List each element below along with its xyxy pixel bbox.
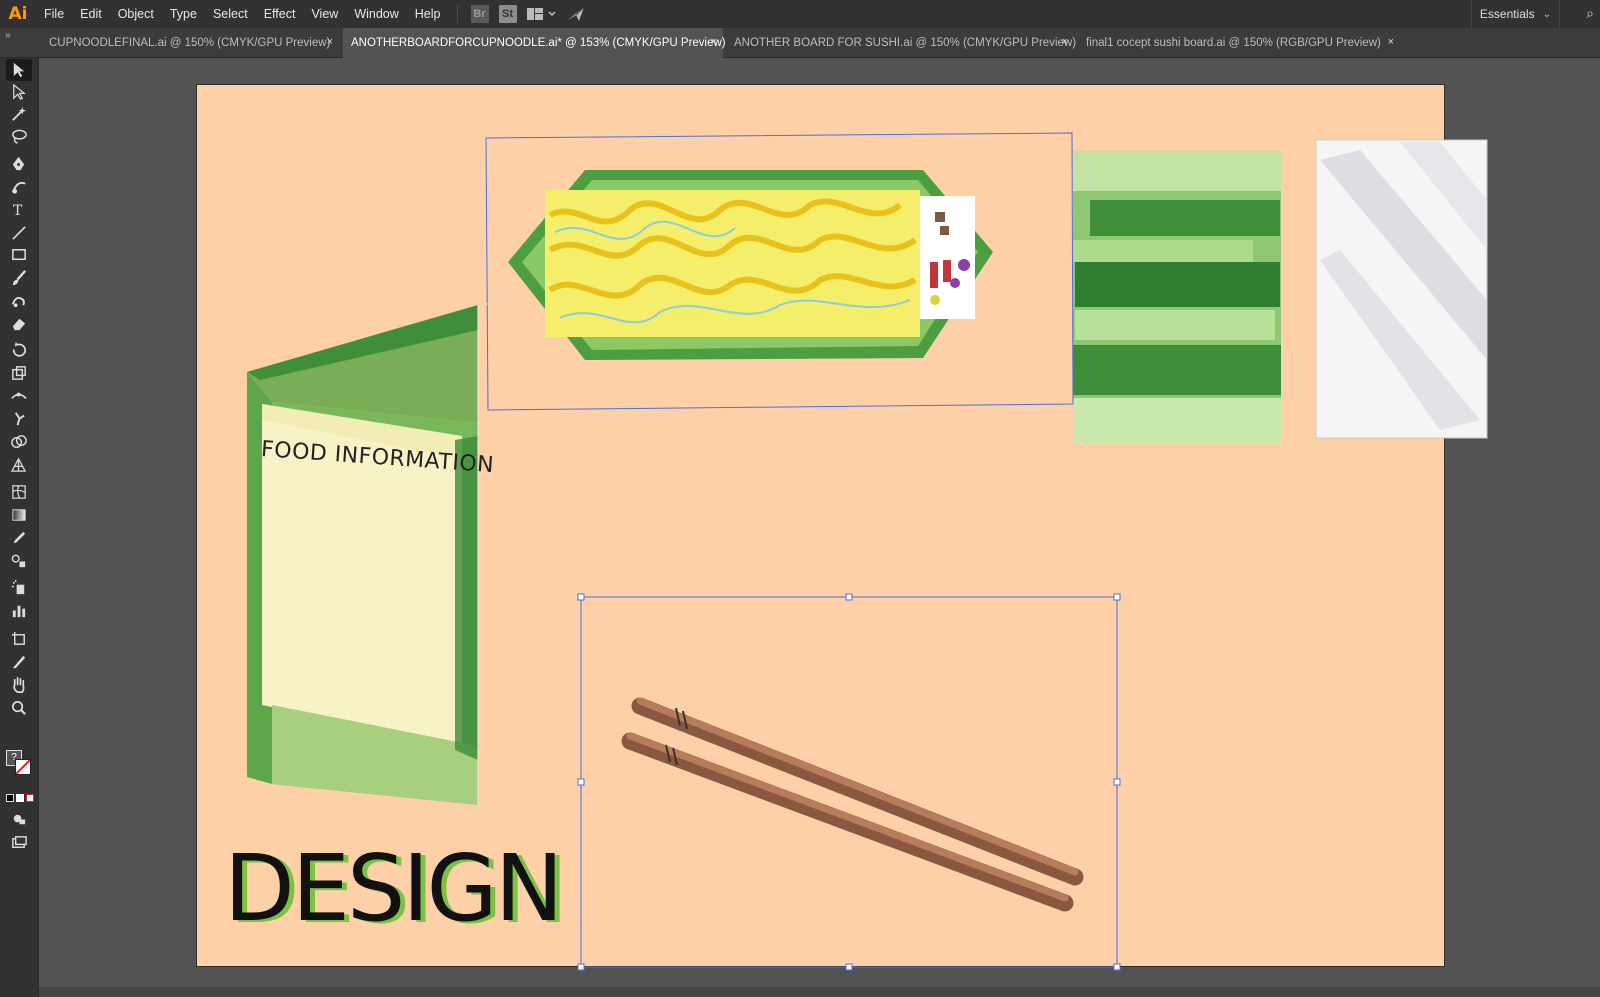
food-info-booklet[interactable] <box>247 305 479 805</box>
illustrator-window: Ai File Edit Object Type Select Effect V… <box>0 0 1600 997</box>
noodle-tray[interactable] <box>508 170 993 360</box>
design-title-text[interactable]: DESIGN <box>224 843 564 935</box>
status-bar <box>39 987 1600 997</box>
chopsticks[interactable] <box>621 697 1084 912</box>
white-lid-panel[interactable] <box>1315 139 1488 439</box>
green-side-panel[interactable] <box>1073 151 1281 444</box>
